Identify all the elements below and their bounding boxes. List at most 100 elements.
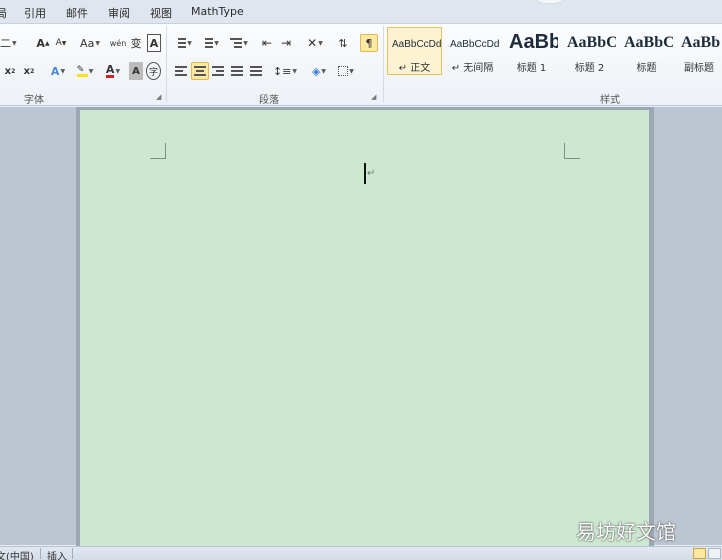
sort-button[interactable]: ⇅ bbox=[334, 34, 352, 52]
line-spacing-button[interactable]: ↕≡ ▼ bbox=[273, 62, 297, 80]
font-size-combo[interactable]: 二 ▼ bbox=[0, 34, 30, 52]
document-page[interactable]: ↵ bbox=[80, 110, 649, 548]
group-divider bbox=[166, 26, 167, 102]
chevron-down-icon: ▼ bbox=[60, 67, 66, 75]
chevron-down-icon: ▼ bbox=[318, 39, 323, 47]
style-sample: AaBb bbox=[509, 31, 559, 53]
increase-indent-button[interactable]: ⇥ bbox=[278, 34, 294, 52]
styles-gallery: AaBbCcDd ↵ 正文 AaBbCcDd ↵ 无间隔 AaBb 标题 1 A… bbox=[387, 27, 722, 75]
tab-references[interactable]: 引用 bbox=[24, 5, 46, 21]
chinese-layout-button[interactable]: ✕ ▼ bbox=[303, 34, 327, 52]
tab-mailings[interactable]: 邮件 bbox=[66, 5, 88, 21]
justify-button[interactable] bbox=[229, 62, 245, 80]
chinese-layout-icon: ✕ bbox=[307, 36, 318, 50]
margin-corner-mark bbox=[564, 143, 580, 159]
enclose-circle-icon: 字 bbox=[148, 67, 158, 78]
highlighter-icon: ✎ bbox=[76, 65, 88, 77]
numbered-list-icon bbox=[205, 37, 214, 49]
watermark: 易坊好文馆 bbox=[576, 520, 676, 544]
phonetic-guide-icon: wén bbox=[109, 38, 127, 48]
style-subtitle[interactable]: AaBb 副标题 bbox=[676, 27, 722, 75]
arrow-up-icon: ▲ bbox=[44, 39, 50, 47]
status-bar: 文(中国) 插入 bbox=[0, 546, 722, 560]
align-left-button[interactable] bbox=[173, 62, 189, 80]
subscript-mark-icon: 2 bbox=[11, 67, 16, 75]
paragraph-mark: ↵ bbox=[367, 168, 376, 179]
numbering-button[interactable]: ▼ bbox=[200, 34, 224, 52]
decrease-indent-icon: ⇤ bbox=[261, 36, 273, 50]
enclose-characters-icon: 变 bbox=[130, 37, 142, 50]
align-right-button[interactable] bbox=[210, 62, 226, 80]
sort-icon: ⇅ bbox=[338, 36, 348, 50]
arrow-down-icon: ▼ bbox=[61, 39, 67, 47]
decrease-indent-button[interactable]: ⇤ bbox=[259, 34, 275, 52]
shrink-font-button[interactable]: A ▼ bbox=[53, 34, 69, 52]
ribbon-shape-decoration bbox=[530, 0, 570, 4]
chevron-down-icon: ▼ bbox=[214, 39, 219, 47]
subscript-button[interactable]: x2 bbox=[4, 62, 16, 80]
insert-mode-status[interactable]: 插入 bbox=[47, 548, 67, 560]
margin-corner-mark bbox=[150, 143, 166, 159]
chevron-down-icon: ▼ bbox=[349, 67, 354, 75]
group-divider bbox=[383, 26, 384, 102]
style-name: 标题 1 bbox=[516, 63, 547, 74]
borders-icon bbox=[338, 66, 349, 76]
tab-partial[interactable]: 局 bbox=[0, 5, 7, 21]
align-center-icon bbox=[194, 65, 206, 77]
distributed-button[interactable] bbox=[248, 62, 264, 80]
shading-button[interactable]: ◈ ▼ bbox=[307, 62, 331, 80]
style-name: ↵ 无间隔 bbox=[451, 63, 494, 74]
change-case-icon: Aa bbox=[80, 36, 95, 50]
style-normal[interactable]: AaBbCcDd ↵ 正文 bbox=[387, 27, 442, 75]
paragraph-group-label: 段落 bbox=[259, 95, 279, 106]
font-size-value: 二 bbox=[0, 37, 11, 50]
justify-icon bbox=[231, 65, 243, 77]
font-dialog-launcher-icon[interactable]: ◢ bbox=[156, 93, 161, 101]
grow-font-button[interactable]: A ▲ bbox=[35, 34, 51, 52]
style-sample: AaBbC bbox=[624, 34, 674, 51]
character-border-button[interactable]: A bbox=[147, 34, 161, 52]
style-heading-2[interactable]: AaBbC 标题 2 bbox=[562, 27, 617, 75]
status-divider bbox=[40, 548, 41, 559]
style-sample: AaBbC bbox=[567, 34, 617, 51]
phonetic-guide-button[interactable]: wén bbox=[109, 34, 127, 52]
style-no-spacing[interactable]: AaBbCcDd ↵ 无间隔 bbox=[445, 27, 500, 75]
line-spacing-icon: ↕≡ bbox=[272, 64, 292, 78]
superscript-button[interactable]: x2 bbox=[22, 62, 36, 80]
show-formatting-marks-button[interactable]: ¶ bbox=[360, 34, 378, 52]
text-effects-icon: A bbox=[50, 64, 60, 78]
chevron-down-icon: ▼ bbox=[292, 67, 298, 75]
paint-bucket-icon: ◈ bbox=[311, 64, 321, 78]
bullets-button[interactable]: ▼ bbox=[173, 34, 197, 52]
enclose-characters-button[interactable]: 变 bbox=[128, 34, 144, 52]
styles-group-label: 样式 bbox=[600, 95, 620, 106]
text-effects-button[interactable]: A ▼ bbox=[47, 62, 69, 80]
multilevel-list-button[interactable]: ▼ bbox=[227, 34, 251, 52]
tab-review[interactable]: 审阅 bbox=[108, 5, 130, 21]
style-name: ↵ 正文 bbox=[398, 63, 431, 74]
character-shading-button[interactable]: A bbox=[129, 62, 143, 80]
tab-mathtype[interactable]: MathType bbox=[191, 5, 244, 18]
character-border-icon: A bbox=[149, 36, 159, 50]
style-name: 标题 bbox=[636, 63, 657, 74]
character-shading-icon: A bbox=[132, 65, 140, 77]
status-divider bbox=[72, 548, 73, 559]
style-name: 副标题 bbox=[684, 63, 714, 74]
highlight-color-button[interactable]: ✎ ▼ bbox=[72, 62, 98, 80]
ribbon-tab-bar: 局 引用 邮件 审阅 视图 MathType bbox=[0, 0, 722, 24]
full-screen-view-icon[interactable] bbox=[708, 548, 721, 559]
align-center-button[interactable] bbox=[191, 62, 209, 80]
chevron-down-icon: ▼ bbox=[243, 39, 248, 47]
language-status[interactable]: 文(中国) bbox=[0, 548, 34, 560]
style-heading-1[interactable]: AaBb 标题 1 bbox=[504, 27, 559, 75]
bullet-list-icon bbox=[178, 37, 187, 49]
print-layout-view-icon[interactable] bbox=[693, 548, 706, 559]
enclose-circle-button[interactable]: 字 bbox=[146, 62, 161, 80]
tab-view[interactable]: 视图 bbox=[150, 5, 172, 21]
style-title[interactable]: AaBbC 标题 bbox=[619, 27, 674, 75]
change-case-button[interactable]: Aa ▼ bbox=[78, 34, 102, 52]
style-name: 标题 2 bbox=[574, 63, 605, 74]
borders-button[interactable]: ▼ bbox=[334, 62, 358, 80]
font-color-button[interactable]: A ▼ bbox=[101, 62, 125, 80]
paragraph-dialog-launcher-icon[interactable]: ◢ bbox=[371, 93, 376, 101]
